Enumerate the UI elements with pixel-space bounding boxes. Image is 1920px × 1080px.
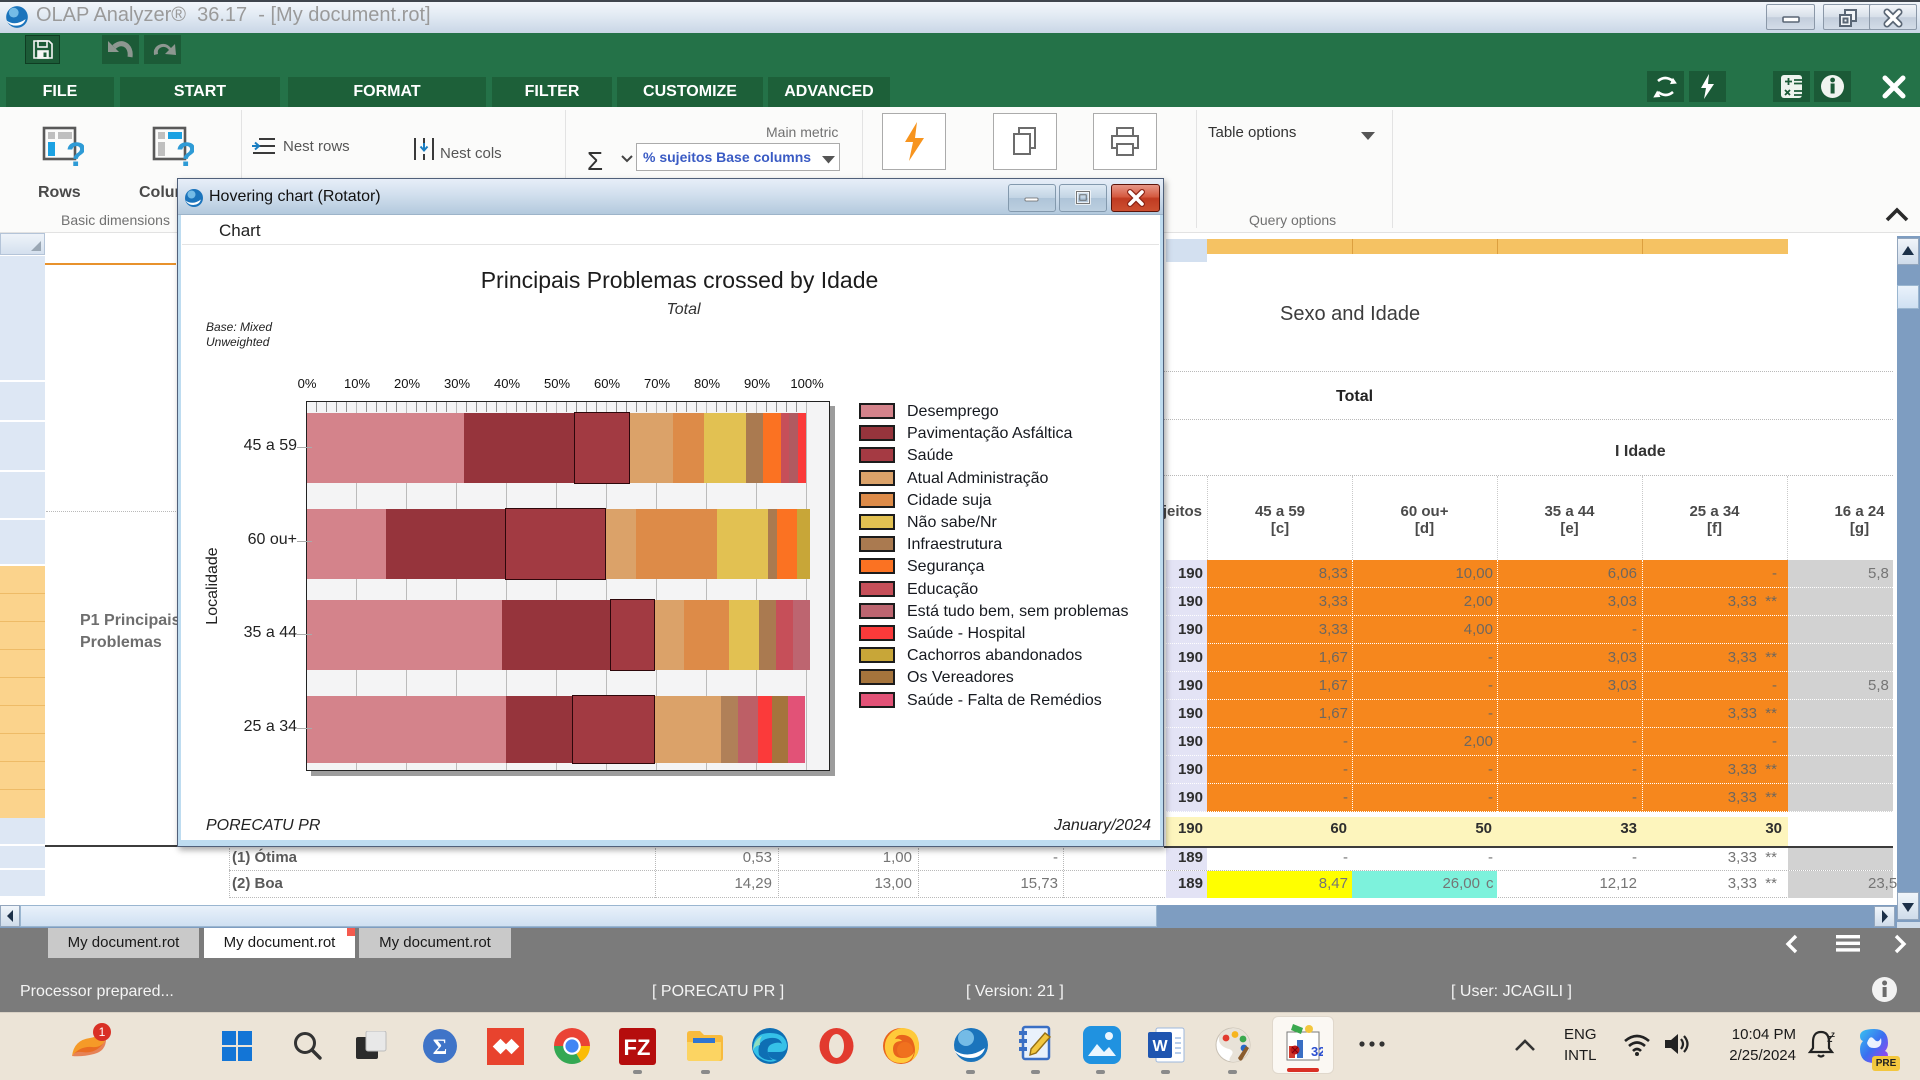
svg-text:FZ: FZ [624, 1035, 651, 1060]
svg-text:1: 1 [99, 1025, 106, 1039]
svg-text:?: ? [66, 136, 84, 169]
svg-text:32: 32 [1311, 1044, 1323, 1059]
svg-text:W: W [1152, 1038, 1168, 1055]
svg-text:?: ? [176, 136, 194, 169]
svg-text:Σ: Σ [433, 1034, 447, 1059]
svg-text:z: z [1831, 1030, 1835, 1039]
